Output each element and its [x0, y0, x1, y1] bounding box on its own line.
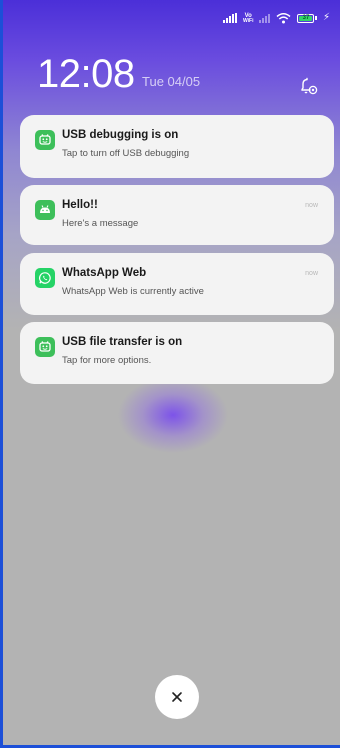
wifi-calling-icon: Vo WiFi: [243, 13, 254, 24]
status-bar: Vo WiFi 37 ⚡: [222, 10, 330, 26]
notification-settings-icon[interactable]: [299, 76, 319, 96]
notification-text: Here's a message: [62, 218, 139, 229]
notification-title: WhatsApp Web: [62, 267, 147, 279]
notification-hello[interactable]: Hello!! Here's a message now: [20, 185, 334, 245]
lock-clock: 12:08: [37, 52, 135, 96]
battery-icon: 37: [297, 13, 317, 23]
whatsapp-icon: [35, 268, 55, 288]
clear-notifications-button[interactable]: [155, 675, 199, 719]
wifi-calling-label: WiFi: [242, 17, 254, 24]
android-icon: [35, 200, 55, 220]
close-icon: [172, 692, 182, 702]
notification-time: now: [305, 202, 318, 209]
battery-level: 37: [299, 15, 313, 21]
notification-text: Tap to turn off USB debugging: [62, 148, 190, 159]
notification-title: Hello!!: [62, 199, 98, 211]
wifi-icon: [276, 13, 291, 24]
notification-whatsapp-web[interactable]: WhatsApp Web WhatsApp Web is currently a…: [20, 253, 334, 315]
signal-icon: [222, 13, 237, 23]
notification-text: Tap for more options.: [62, 355, 152, 366]
notification-usb-debugging[interactable]: USB debugging is on Tap to turn off USB …: [20, 115, 334, 178]
usb-debug-icon: [35, 337, 55, 357]
notification-title: USB debugging is on: [62, 129, 179, 141]
lock-date: Tue 04/05: [142, 74, 201, 89]
notification-text: WhatsApp Web is currently active: [62, 286, 204, 297]
charging-icon: ⚡: [322, 12, 330, 23]
notification-usb-file-transfer[interactable]: USB file transfer is on Tap for more opt…: [20, 322, 334, 384]
signal-dim-icon: [259, 13, 271, 23]
notification-title: USB file transfer is on: [62, 336, 183, 348]
notification-time: now: [305, 270, 318, 277]
usb-debug-icon: [35, 130, 55, 150]
